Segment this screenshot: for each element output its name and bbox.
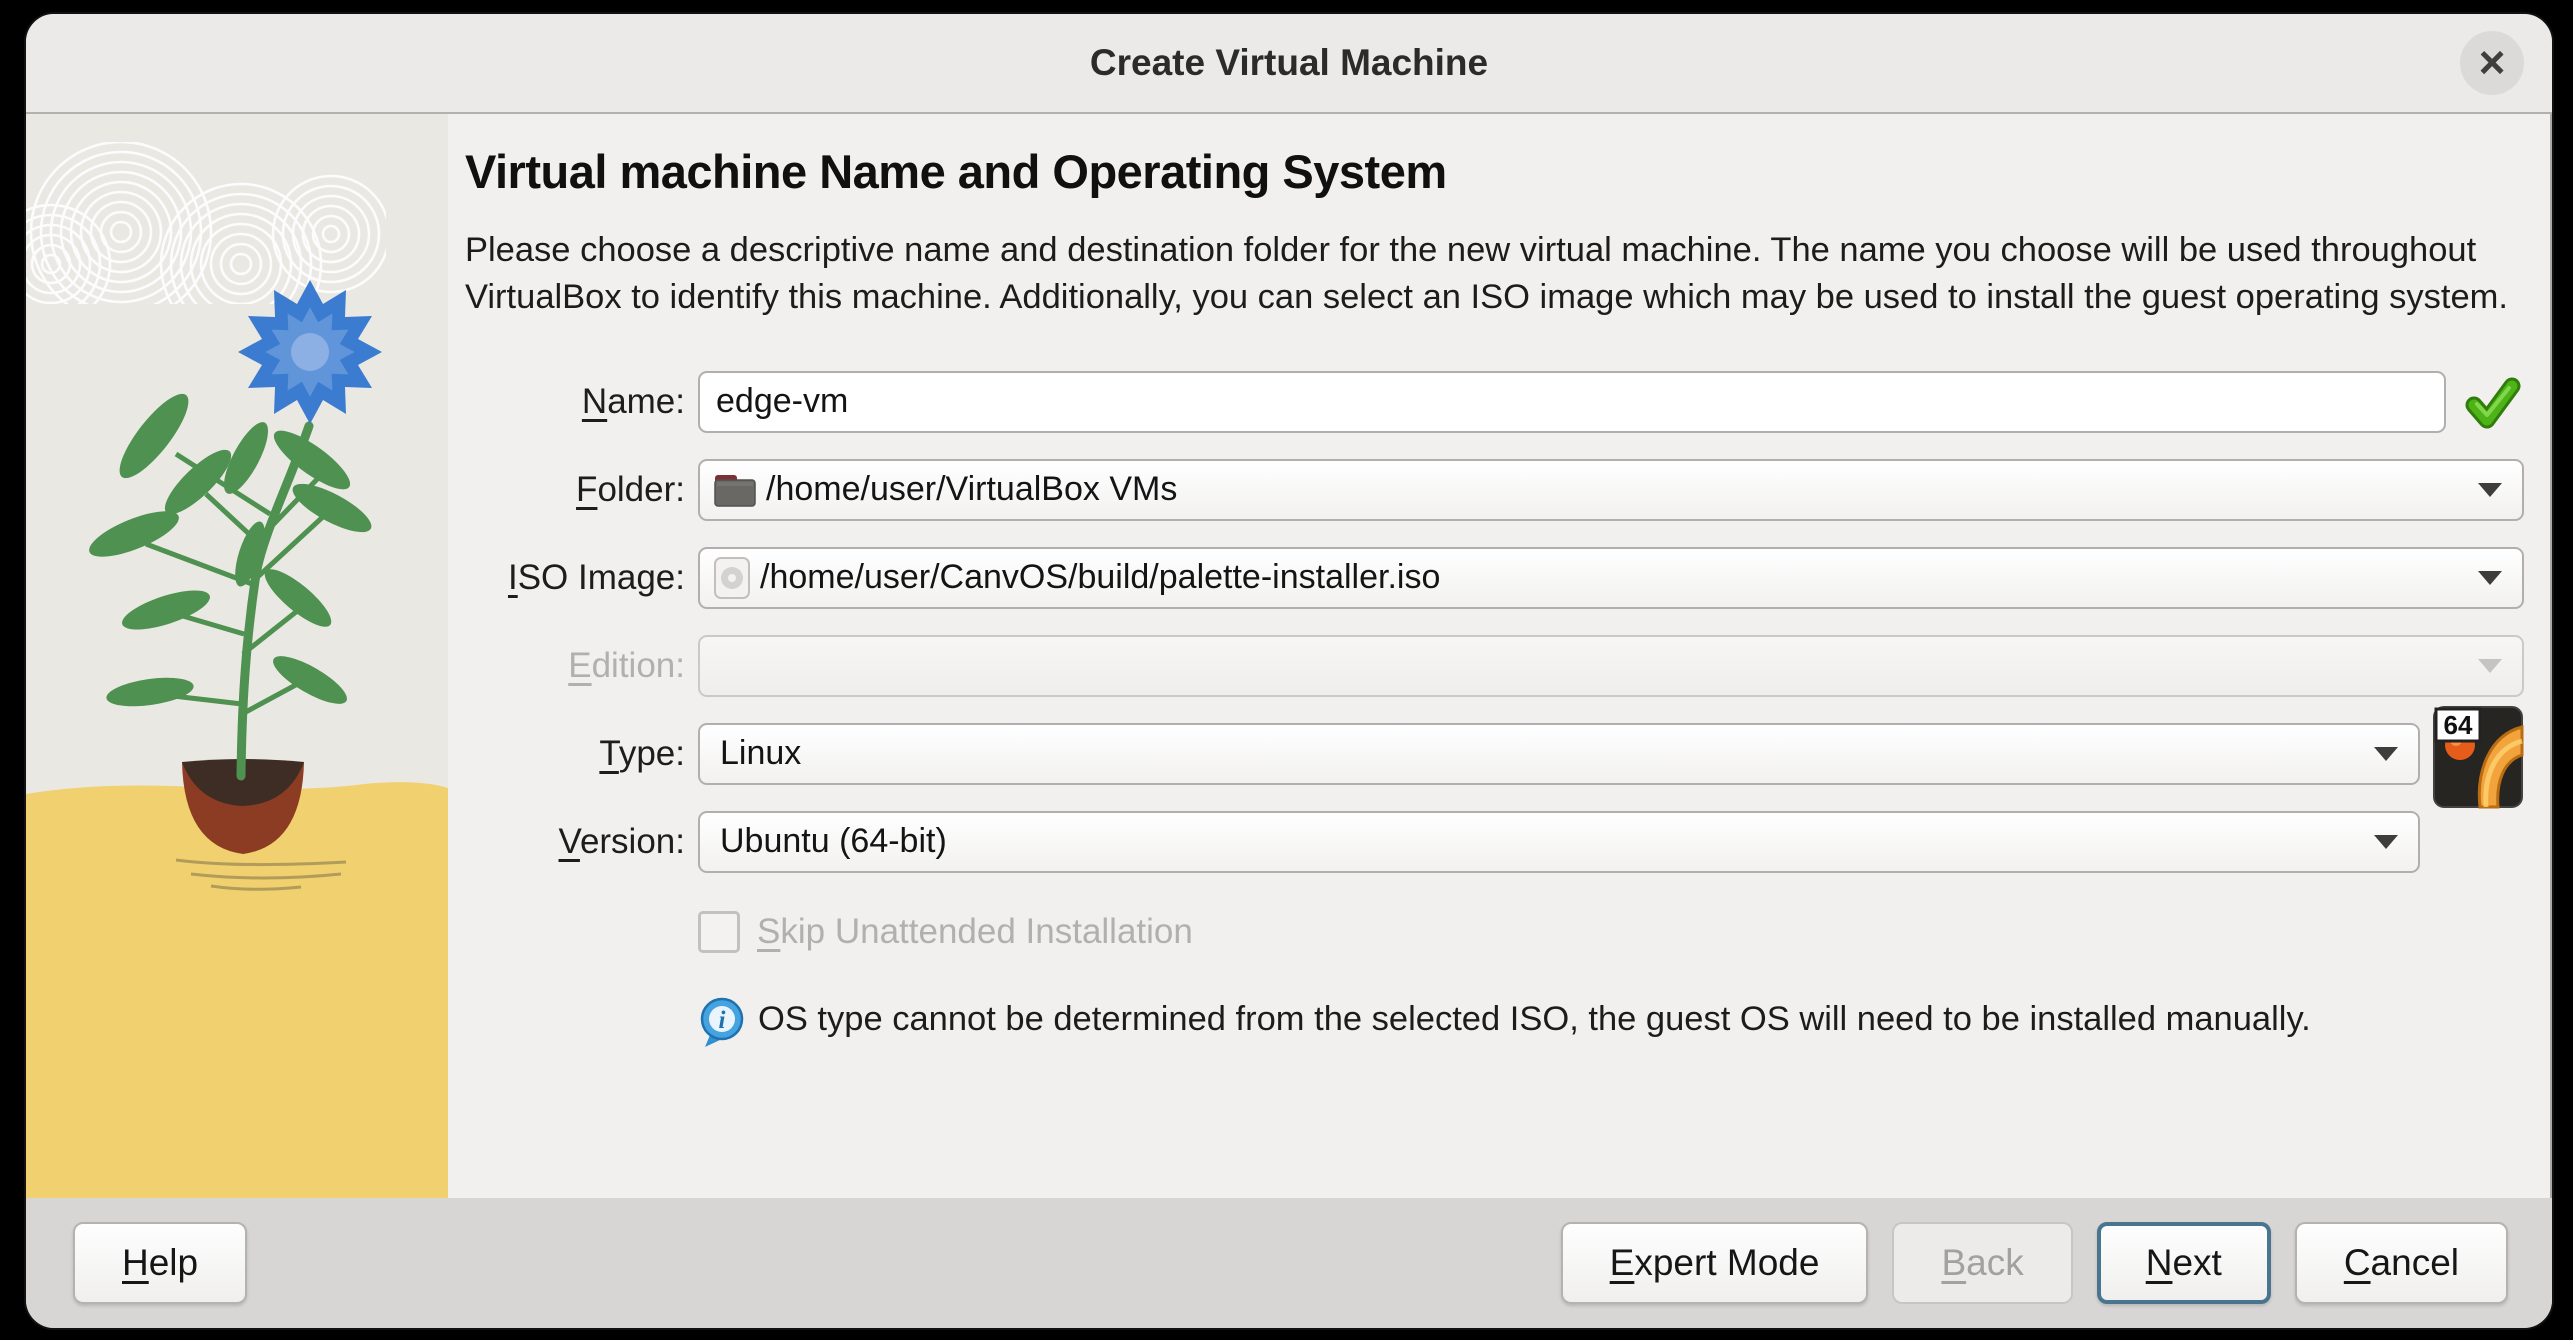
chevron-down-icon	[2374, 834, 2398, 849]
edition-row: Edition:	[465, 634, 2524, 697]
type-row: Type: Linux 64	[465, 705, 2524, 809]
chevron-down-icon	[2478, 482, 2502, 497]
edition-label: Edition:	[568, 645, 685, 685]
name-row: Name:	[465, 370, 2524, 433]
folder-combobox[interactable]: /home/user/VirtualBox VMs	[698, 458, 2524, 521]
name-label: Name:	[581, 381, 685, 421]
folder-icon	[714, 474, 756, 507]
flower	[238, 280, 382, 424]
iso-label: ISO Image:	[507, 557, 685, 597]
create-vm-dialog: Create Virtual Machine × Virtual machine…	[24, 12, 2554, 1330]
valid-check-icon	[2465, 377, 2521, 429]
dialog-button-bar: Help Expert Mode Back Next Cancel	[26, 1198, 2552, 1328]
wizard-page: Virtual machine Name and Operating Syste…	[448, 114, 2552, 1198]
iso-row: ISO Image: /home/user/CanvOS/build/palet…	[465, 546, 2524, 609]
disc-file-icon	[714, 556, 750, 599]
close-button[interactable]: ×	[2460, 31, 2524, 95]
os-type-icon: 64	[2433, 705, 2524, 809]
next-button[interactable]: Next	[2096, 1222, 2271, 1304]
title-bar: Create Virtual Machine ×	[26, 14, 2552, 114]
leaves	[89, 393, 372, 717]
folder-label: Folder:	[576, 469, 685, 509]
plant-illustration	[26, 142, 448, 1198]
illustration-panel	[26, 114, 448, 1198]
help-button[interactable]: Help	[73, 1222, 248, 1304]
skip-unattended-checkbox	[698, 910, 740, 953]
64bit-badge: 64	[2434, 707, 2482, 743]
type-combobox[interactable]: Linux	[698, 722, 2420, 785]
skip-unattended-label: Skip Unattended Installation	[757, 911, 1193, 951]
iso-value: /home/user/CanvOS/build/palette-installe…	[760, 558, 1441, 597]
info-message-row: i OS type cannot be determined from the …	[698, 997, 2524, 1049]
info-icon: i	[700, 997, 744, 1047]
expert-mode-button[interactable]: Expert Mode	[1560, 1222, 1869, 1304]
back-button: Back	[1892, 1222, 2073, 1304]
folder-row: Folder: /home/user/VirtualBox VMs	[465, 458, 2524, 521]
version-row: Version: Ubuntu (64-bit)	[465, 810, 2524, 873]
iso-combobox[interactable]: /home/user/CanvOS/build/palette-installe…	[698, 546, 2524, 609]
type-value: Linux	[720, 734, 802, 773]
chevron-down-icon	[2478, 570, 2502, 585]
folder-value: /home/user/VirtualBox VMs	[766, 470, 1178, 509]
chevron-down-icon	[2374, 746, 2398, 761]
svg-text:64: 64	[2444, 710, 2473, 740]
page-description: Please choose a descriptive name and des…	[465, 231, 2508, 316]
svg-text:i: i	[719, 1007, 726, 1034]
close-icon: ×	[2478, 35, 2506, 88]
name-input[interactable]	[698, 370, 2446, 433]
edition-combobox	[698, 634, 2524, 697]
page-title: Virtual machine Name and Operating Syste…	[465, 145, 1447, 198]
version-label: Version:	[558, 821, 685, 861]
skip-unattended-row: Skip Unattended Installation	[698, 910, 2524, 953]
cancel-button[interactable]: Cancel	[2294, 1222, 2508, 1304]
info-message: OS type cannot be determined from the se…	[758, 999, 2311, 1038]
dialog-title: Create Virtual Machine	[1089, 42, 1489, 83]
version-value: Ubuntu (64-bit)	[720, 822, 947, 861]
version-combobox[interactable]: Ubuntu (64-bit)	[698, 810, 2420, 873]
type-label: Type:	[599, 733, 685, 773]
chevron-down-icon	[2478, 658, 2502, 673]
